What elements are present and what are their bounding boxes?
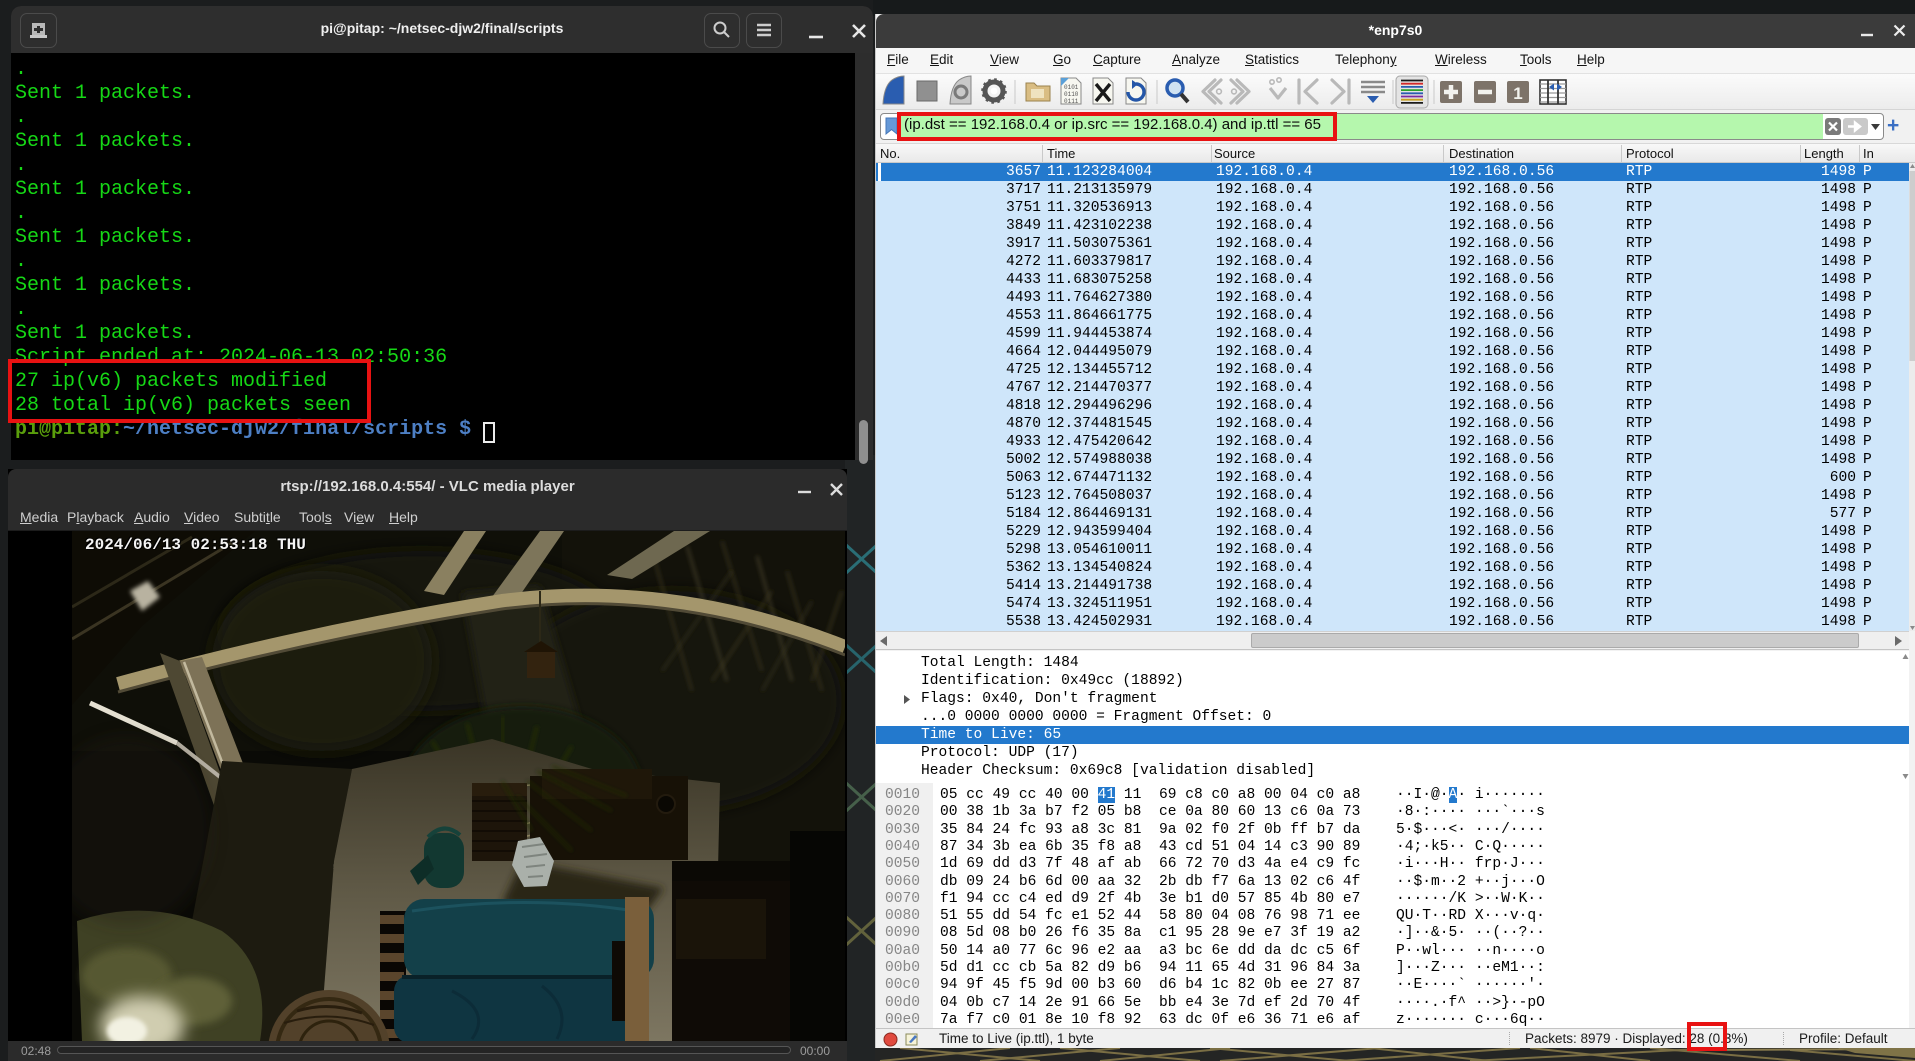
svg-text:0101: 0101: [1064, 84, 1079, 91]
svg-text:0110: 0110: [1064, 91, 1079, 98]
svg-text:1: 1: [1513, 84, 1522, 103]
svg-text:0111: 0111: [1064, 98, 1079, 105]
